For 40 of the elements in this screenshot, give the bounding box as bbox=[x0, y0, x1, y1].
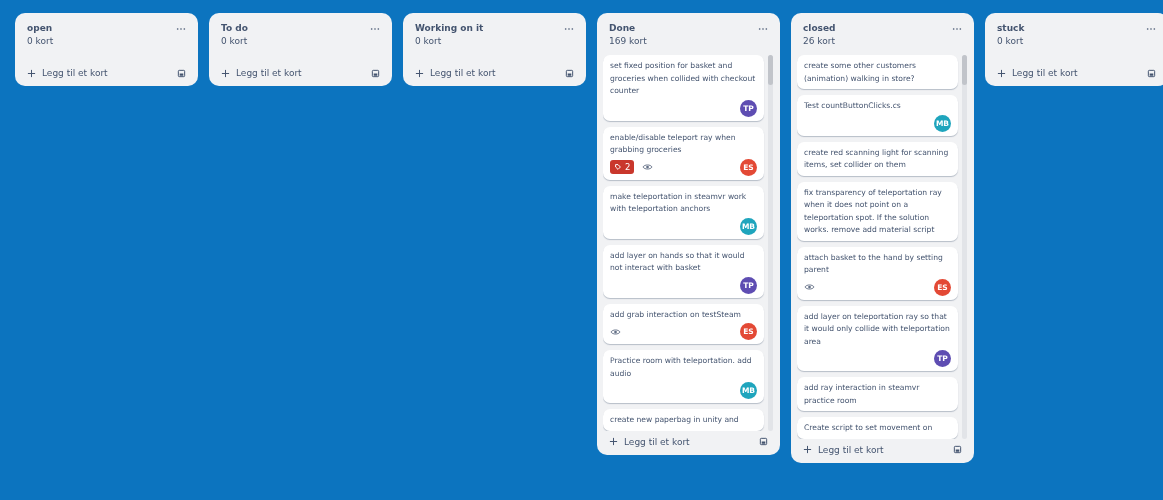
list-title[interactable]: closed bbox=[803, 23, 836, 33]
badge-count: 2 bbox=[625, 162, 631, 172]
template-icon[interactable] bbox=[953, 445, 962, 454]
add-card-button[interactable]: Legg til et kort bbox=[415, 68, 496, 78]
menu-icon[interactable] bbox=[370, 27, 380, 31]
card-count: 169 kort bbox=[609, 36, 647, 46]
card-count: 0 kort bbox=[221, 36, 248, 46]
add-card-button[interactable]: Legg til et kort bbox=[221, 68, 302, 78]
menu-icon[interactable] bbox=[758, 27, 768, 31]
list-title[interactable]: To do bbox=[221, 23, 248, 33]
add-card-button[interactable]: Legg til et kort bbox=[27, 68, 108, 78]
plus-icon bbox=[27, 68, 36, 78]
list-title[interactable]: Done bbox=[609, 23, 647, 33]
plus-icon bbox=[803, 445, 812, 454]
scrollbar[interactable] bbox=[768, 55, 773, 431]
add-card-button[interactable]: Legg til et kort bbox=[997, 68, 1078, 78]
scrollbar[interactable] bbox=[962, 55, 967, 439]
menu-icon[interactable] bbox=[176, 27, 186, 31]
card-count: 26 kort bbox=[803, 36, 836, 46]
menu-icon[interactable] bbox=[952, 27, 962, 31]
add-card-button[interactable]: Legg til et kort bbox=[609, 436, 690, 447]
card-count: 0 kort bbox=[415, 36, 443, 46]
menu-icon[interactable] bbox=[1146, 27, 1156, 31]
template-icon[interactable] bbox=[1147, 68, 1156, 78]
list-title[interactable]: open bbox=[27, 23, 54, 33]
plus-icon bbox=[609, 437, 618, 446]
add-card-button[interactable]: Legg til et kort bbox=[803, 444, 884, 455]
tag-icon bbox=[614, 163, 622, 171]
menu-icon[interactable] bbox=[564, 27, 574, 31]
plus-icon bbox=[221, 68, 230, 78]
template-icon[interactable] bbox=[565, 68, 574, 78]
card-count: 0 kort bbox=[997, 36, 1025, 46]
template-icon[interactable] bbox=[759, 437, 768, 446]
list-title[interactable]: stuck bbox=[997, 23, 1025, 33]
plus-icon bbox=[415, 68, 424, 78]
card-count: 0 kort bbox=[27, 36, 54, 46]
template-icon[interactable] bbox=[371, 68, 380, 78]
template-icon[interactable] bbox=[177, 68, 186, 78]
plus-icon bbox=[997, 68, 1006, 78]
list-title[interactable]: Working on it bbox=[415, 23, 484, 33]
